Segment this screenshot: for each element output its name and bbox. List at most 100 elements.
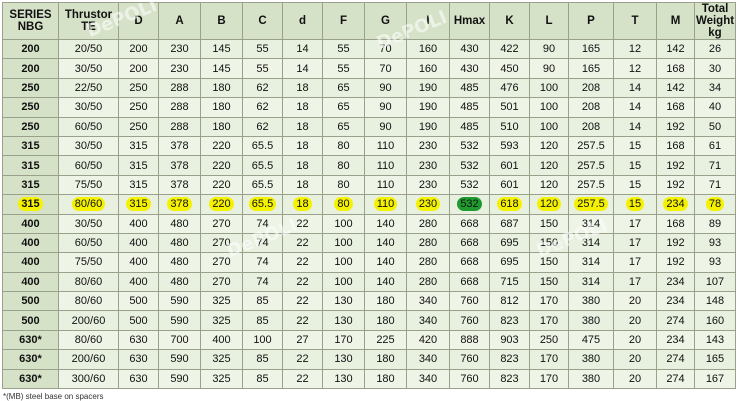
table-cell: 687 xyxy=(489,213,530,234)
table-cell: 180 xyxy=(364,368,407,390)
table-row: 630* 300/60 630 590 325 85 22 130 180 340 760 823 17… xyxy=(2,368,736,390)
column-header: L xyxy=(529,2,569,40)
table-body: 200 20/50 200 230 145 55 14 55 70 160 430 422 90 165 1… xyxy=(2,38,736,390)
table-cell: 532 xyxy=(449,135,490,157)
table-cell: 150 xyxy=(529,232,569,254)
table-cell: 234 xyxy=(656,194,695,215)
table-cell: 380 xyxy=(568,310,614,331)
table-cell: 150 xyxy=(529,252,569,273)
highlighted-cell: 15 xyxy=(625,197,645,212)
table-cell: 26 xyxy=(694,38,736,60)
series-cell: 315 xyxy=(2,194,59,215)
table-cell: 668 xyxy=(449,213,490,234)
table-cell: 234 xyxy=(656,291,695,312)
table-cell: 180 xyxy=(364,310,407,331)
table-cell: 695 xyxy=(489,252,530,273)
table-cell: 20/50 xyxy=(58,38,119,60)
table-cell: 630 xyxy=(118,368,159,390)
table-cell: 85 xyxy=(242,349,283,370)
highlighted-cell-accent: 532 xyxy=(457,197,482,212)
table-cell: 270 xyxy=(200,271,243,293)
table-cell: 14 xyxy=(282,38,323,60)
table-cell: 55 xyxy=(322,38,365,60)
table-cell: 280 xyxy=(406,271,450,293)
table-cell: 90 xyxy=(364,116,407,137)
table-cell: 74 xyxy=(242,271,283,293)
table-cell: 165 xyxy=(568,38,614,60)
table-cell: 90 xyxy=(529,58,569,79)
table-cell: 30/50 xyxy=(58,213,119,234)
table-cell: 65.5 xyxy=(242,174,283,196)
table-cell: 601 xyxy=(489,174,530,196)
table-cell: 100 xyxy=(529,77,569,99)
column-header: Total Weight kg xyxy=(694,2,736,40)
table-row: 630* 200/60 630 590 325 85 22 130 180 340 760 823 17… xyxy=(2,349,736,370)
table-cell: 300/60 xyxy=(58,368,119,390)
table-cell: 55 xyxy=(242,38,283,60)
table-cell: 55 xyxy=(322,58,365,79)
column-header: K xyxy=(489,2,530,40)
table-cell: 170 xyxy=(529,368,569,390)
table-cell: 130 xyxy=(322,310,365,331)
table-cell: 200/60 xyxy=(58,310,119,331)
table-cell: 668 xyxy=(449,252,490,273)
column-header: SERIES NBG xyxy=(2,2,59,40)
table-cell: 93 xyxy=(694,252,736,273)
table-cell: 80/60 xyxy=(58,194,119,215)
table-cell: 18 xyxy=(282,155,323,176)
table-cell: 20 xyxy=(613,349,657,370)
table-cell: 65.5 xyxy=(242,155,283,176)
table-cell: 280 xyxy=(406,213,450,234)
series-cell: 250 xyxy=(2,77,59,99)
table-cell: 140 xyxy=(364,271,407,293)
table-cell: 165 xyxy=(568,58,614,79)
table-cell: 200 xyxy=(118,58,159,79)
table-row: 500 80/60 500 590 325 85 22 130 180 340 760 812 170 3… xyxy=(2,291,736,312)
column-header: D xyxy=(118,2,159,40)
table-cell: 60/50 xyxy=(58,155,119,176)
table-cell: 75/50 xyxy=(58,174,119,196)
table-cell: 15 xyxy=(613,194,657,215)
table-cell: 120 xyxy=(529,155,569,176)
table-cell: 230 xyxy=(406,135,450,157)
table-cell: 17 xyxy=(613,271,657,293)
table-cell: 30 xyxy=(694,58,736,79)
table-cell: 760 xyxy=(449,291,490,312)
table-cell: 22 xyxy=(282,232,323,254)
table-cell: 192 xyxy=(656,252,695,273)
table-cell: 180 xyxy=(200,77,243,99)
table-cell: 75/50 xyxy=(58,252,119,273)
table-cell: 250 xyxy=(118,77,159,99)
table-cell: 192 xyxy=(656,232,695,254)
column-header: P xyxy=(568,2,614,40)
table-cell: 270 xyxy=(200,232,243,254)
table-cell: 18 xyxy=(282,174,323,196)
table-cell: 145 xyxy=(200,58,243,79)
highlighted-cell: 18 xyxy=(293,197,312,212)
table-cell: 20 xyxy=(613,368,657,390)
table-cell: 80/60 xyxy=(58,271,119,293)
table-cell: 668 xyxy=(449,271,490,293)
highlighted-cell: 257.5 xyxy=(574,197,608,212)
table-cell: 220 xyxy=(200,194,243,215)
table-cell: 62 xyxy=(242,116,283,137)
table-cell: 145 xyxy=(200,38,243,60)
table-cell: 165 xyxy=(694,349,736,370)
table-cell: 400 xyxy=(118,232,159,254)
table-cell: 22 xyxy=(282,291,323,312)
table-cell: 340 xyxy=(406,310,450,331)
table-cell: 601 xyxy=(489,155,530,176)
table-cell: 150 xyxy=(529,213,569,234)
table-cell: 257.5 xyxy=(568,155,614,176)
table-cell: 22 xyxy=(282,213,323,234)
table-cell: 20 xyxy=(613,310,657,331)
table-cell: 74 xyxy=(242,252,283,273)
table-cell: 107 xyxy=(694,271,736,293)
table-cell: 485 xyxy=(449,97,490,118)
table-cell: 130 xyxy=(322,349,365,370)
table-cell: 80 xyxy=(322,135,365,157)
table-cell: 230 xyxy=(406,194,450,215)
series-cell: 200 xyxy=(2,38,59,60)
table-cell: 270 xyxy=(200,252,243,273)
series-cell: 400 xyxy=(2,213,59,234)
